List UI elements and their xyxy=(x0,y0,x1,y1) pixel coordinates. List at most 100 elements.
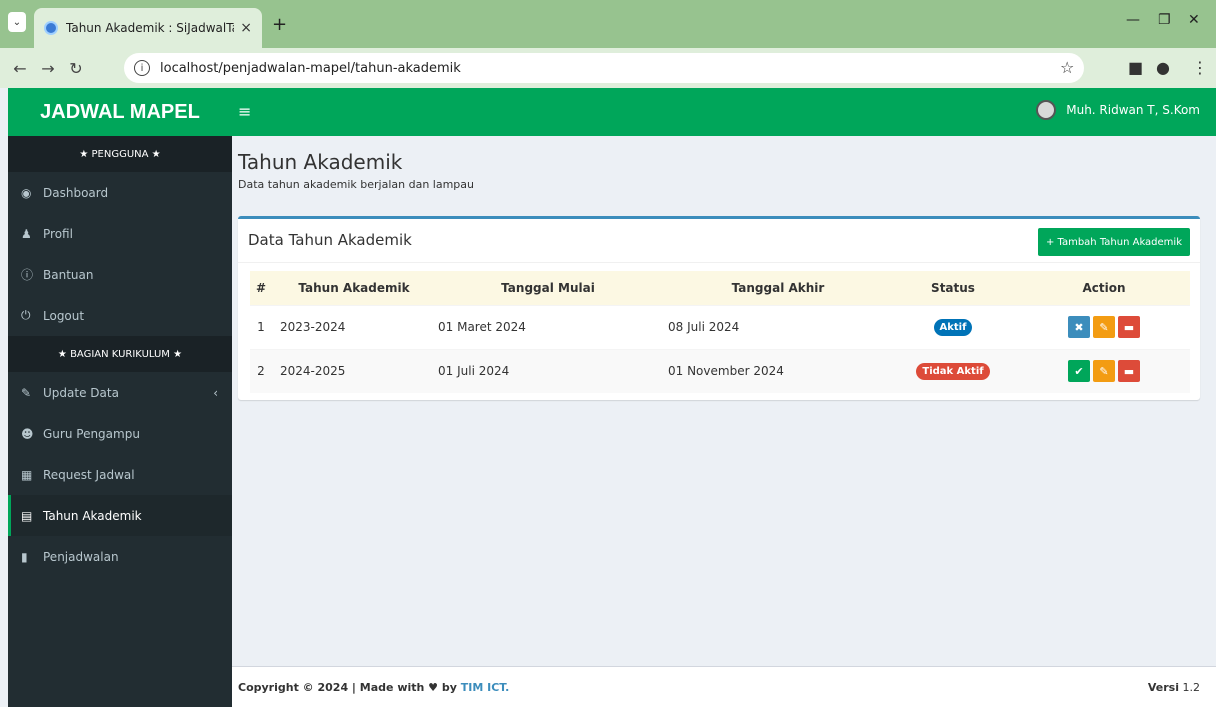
dashboard-icon: ◉ xyxy=(21,185,32,200)
restore-icon[interactable]: ❐ xyxy=(1158,12,1171,28)
edit-icon: ✎ xyxy=(1099,364,1109,378)
sidebar-section-user: ★ PENGGUNA ★ xyxy=(8,136,232,172)
close-window-icon[interactable]: ✕ xyxy=(1188,12,1200,28)
browser-tab-bar: ⌄ Tahun Akademik : SiJadwalTa × + — ❐ ✕ xyxy=(0,0,1216,48)
status-badge: Tidak Aktif xyxy=(916,362,990,380)
edit-icon: ✎ xyxy=(1099,320,1109,334)
app-brand[interactable]: JADWAL MAPEL xyxy=(8,88,232,136)
copyright: Copyright © 2024 | Made with ♥ by TIM IC… xyxy=(238,681,509,694)
column-header: Tahun Akademik xyxy=(272,271,428,305)
tab-title: Tahun Akademik : SiJadwalTa xyxy=(66,21,235,35)
sidebar-toggle-icon[interactable]: ≡ xyxy=(238,102,251,121)
url-field[interactable]: i localhost/penjadwalan-mapel/tahun-akad… xyxy=(124,53,1084,83)
divider xyxy=(238,262,1200,263)
sidebar-item-bantuan[interactable]: ⓘ Bantuan xyxy=(8,254,232,295)
edit-icon: ✎ xyxy=(21,385,32,400)
box-title: Data Tahun Akademik xyxy=(248,231,412,249)
forward-icon[interactable]: → xyxy=(34,59,62,78)
file-icon: ▮ xyxy=(21,549,28,564)
status-cell: Tidak Aktif xyxy=(888,348,1018,393)
cell-tanggal-mulai: 01 Maret 2024 xyxy=(428,304,658,349)
app-topbar: ≡ Muh. Ridwan T, S.Kom xyxy=(232,88,1216,136)
table-header-row: # Tahun Akademik Tanggal Mulai Tanggal A… xyxy=(250,271,1190,305)
sidebar-item-update-data[interactable]: ✎ Update Data ‹ xyxy=(8,372,232,413)
row-number: 2 xyxy=(250,348,272,393)
tab-favicon-icon xyxy=(44,21,58,35)
users-icon: ☻ xyxy=(21,426,34,441)
sidebar-item-label: Penjadwalan xyxy=(43,549,119,564)
info-icon: ⓘ xyxy=(21,268,34,282)
column-header: Status xyxy=(888,271,1018,305)
team-link[interactable]: TIM ICT. xyxy=(461,681,510,694)
browser-menu-icon[interactable]: ⋮ xyxy=(1192,58,1208,77)
back-icon[interactable]: ← xyxy=(6,59,34,78)
deactivate-button[interactable]: ✖ xyxy=(1068,316,1090,338)
edit-button[interactable]: ✎ xyxy=(1093,316,1115,338)
sidebar-item-request-jadwal[interactable]: ▦ Request Jadwal xyxy=(8,454,232,495)
sidebar-section-curriculum: ★ BAGIAN KURIKULUM ★ xyxy=(8,336,232,372)
status-badge: Aktif xyxy=(933,318,973,336)
cell-tahun-akademik: 2024-2025 xyxy=(272,348,428,393)
reload-icon[interactable]: ↻ xyxy=(62,59,90,78)
avatar xyxy=(1036,100,1057,120)
delete-button[interactable]: ▬ xyxy=(1118,360,1140,383)
delete-button[interactable]: ▬ xyxy=(1118,316,1140,338)
check-icon: ✔ xyxy=(1074,364,1084,378)
version: Versi 1.2 xyxy=(1148,681,1200,694)
cell-tahun-akademik: 2023-2024 xyxy=(272,304,428,349)
data-box: Data Tahun Akademik + Tambah Tahun Akade… xyxy=(238,216,1200,400)
edit-button[interactable]: ✎ xyxy=(1093,360,1115,383)
browser-address-bar: ← → ↻ i localhost/penjadwalan-mapel/tahu… xyxy=(0,48,1216,88)
user-icon: ♟ xyxy=(21,226,32,241)
browser-tab[interactable]: Tahun Akademik : SiJadwalTa × xyxy=(34,8,262,48)
sidebar-item-label: Bantuan xyxy=(43,267,94,282)
column-header: Tanggal Akhir xyxy=(658,271,888,305)
column-header: Tanggal Mulai xyxy=(428,271,658,305)
url-text: localhost/penjadwalan-mapel/tahun-akadem… xyxy=(160,60,461,76)
sidebar-item-guru-pengampu[interactable]: ☻ Guru Pengampu xyxy=(8,413,232,454)
add-tahun-akademik-button[interactable]: + Tambah Tahun Akademik xyxy=(1037,228,1190,256)
row-number: 1 xyxy=(250,304,272,349)
version-number: 1.2 xyxy=(1182,681,1201,694)
table-row: 1 2023-2024 01 Maret 2024 08 Juli 2024 A… xyxy=(250,304,1190,349)
sidebar-item-label: Guru Pengampu xyxy=(43,426,140,441)
sidebar-item-profil[interactable]: ♟ Profil xyxy=(8,213,232,254)
user-name: Muh. Ridwan T, S.Kom xyxy=(1066,103,1200,117)
table-icon: ▦ xyxy=(21,467,33,482)
page-title: Tahun Akademik xyxy=(238,150,403,174)
new-tab-button[interactable]: + xyxy=(272,14,287,35)
column-header: Action xyxy=(1018,271,1190,305)
site-info-icon[interactable]: i xyxy=(134,60,150,76)
sidebar-item-label: Request Jadwal xyxy=(43,467,135,482)
profile-icon[interactable]: ● xyxy=(1156,58,1170,77)
sidebar-item-label: Update Data xyxy=(43,385,119,400)
sidebar-item-label: Logout xyxy=(43,308,85,323)
sidebar-item-dashboard[interactable]: ◉ Dashboard xyxy=(8,172,232,213)
sidebar: ★ PENGGUNA ★ ◉ Dashboard ♟ Profil ⓘ Bant… xyxy=(8,136,232,707)
copyright-text: Copyright © 2024 | Made with ♥ by xyxy=(238,681,461,694)
power-icon: ⏻ xyxy=(21,308,31,322)
cell-tanggal-akhir: 08 Juli 2024 xyxy=(658,304,888,349)
sidebar-item-label: Profil xyxy=(43,226,73,241)
sidebar-item-logout[interactable]: ⏻ Logout xyxy=(8,295,232,336)
calendar-icon: ▤ xyxy=(21,508,33,523)
bookmark-star-icon[interactable]: ☆ xyxy=(1060,58,1074,77)
cell-tanggal-mulai: 01 Juli 2024 xyxy=(428,348,658,393)
activate-button[interactable]: ✔ xyxy=(1068,360,1090,383)
trash-icon: ▬ xyxy=(1123,320,1135,334)
user-menu[interactable]: Muh. Ridwan T, S.Kom xyxy=(1036,100,1200,120)
cell-tanggal-akhir: 01 November 2024 xyxy=(658,348,888,393)
sidebar-item-label: Tahun Akademik xyxy=(43,508,142,523)
tab-list-button[interactable]: ⌄ xyxy=(8,12,26,32)
tahun-akademik-table: # Tahun Akademik Tanggal Mulai Tanggal A… xyxy=(250,271,1190,393)
close-icon: ✖ xyxy=(1074,320,1084,334)
tab-close-icon[interactable]: × xyxy=(240,20,252,36)
side-panel-icon[interactable]: ■ xyxy=(1128,58,1143,77)
minimize-icon[interactable]: — xyxy=(1126,12,1140,28)
trash-icon: ▬ xyxy=(1123,364,1135,378)
status-cell: Aktif xyxy=(888,304,1018,349)
sidebar-item-tahun-akademik[interactable]: ▤ Tahun Akademik xyxy=(8,495,232,536)
sidebar-item-penjadwalan[interactable]: ▮ Penjadwalan xyxy=(8,536,232,577)
page-subtitle: Data tahun akademik berjalan dan lampau xyxy=(238,178,475,191)
footer: Copyright © 2024 | Made with ♥ by TIM IC… xyxy=(232,666,1216,707)
